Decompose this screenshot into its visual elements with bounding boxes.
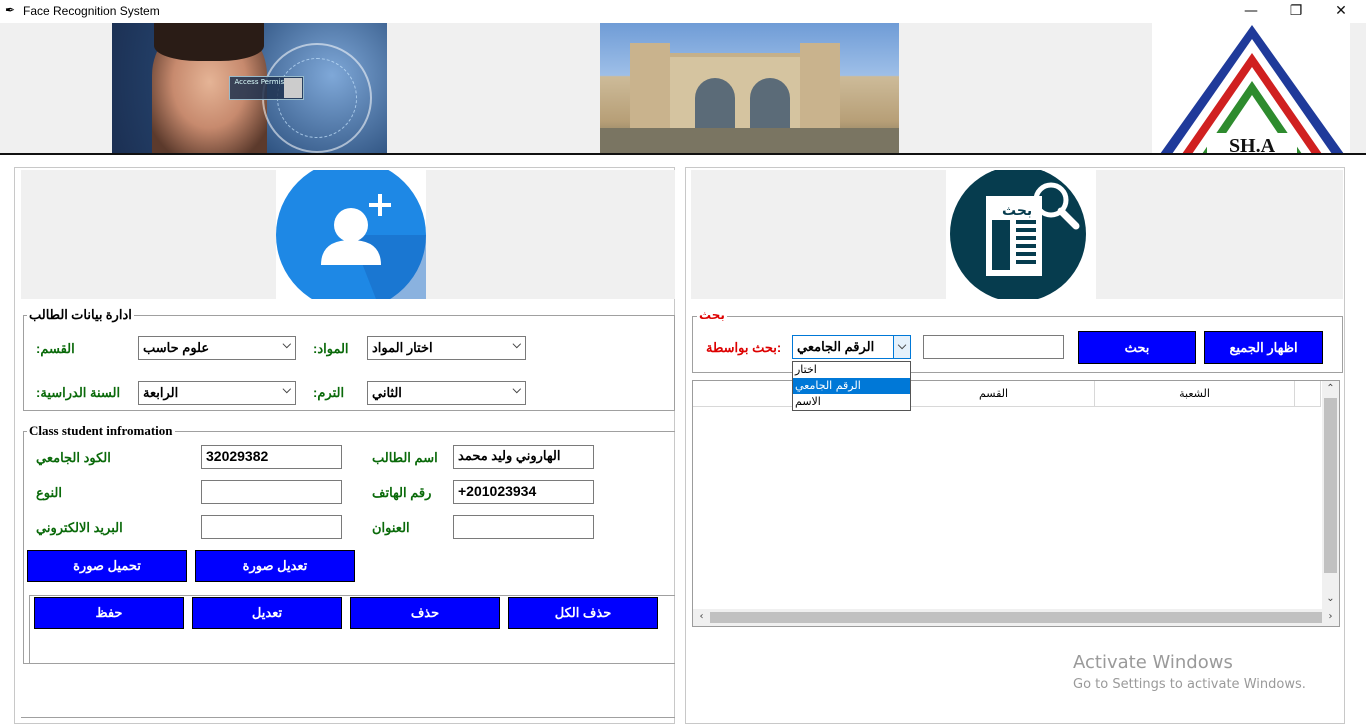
manage-group-title: ادارة بيانات الطالب xyxy=(27,307,134,323)
show-all-button[interactable]: اظهار الجميع xyxy=(1204,331,1323,364)
campus-arch-left xyxy=(695,78,735,133)
sha-logo: SH.A xyxy=(1152,23,1350,154)
dropdown-option[interactable]: اختار xyxy=(793,362,910,378)
search-by-combo[interactable]: الرقم الجامعي ⌵ xyxy=(792,335,911,359)
student-name-label: اسم الطالب xyxy=(372,450,438,465)
address-input[interactable] xyxy=(453,515,594,539)
gender-label: النوع xyxy=(36,485,62,500)
activate-windows-subtitle: Go to Settings to activate Windows. xyxy=(1073,677,1306,692)
subjects-combo[interactable]: اختار المواد ⌵ xyxy=(367,336,526,360)
dropdown-option[interactable]: الاسم xyxy=(793,394,910,410)
horizontal-scrollbar[interactable]: ‹ › xyxy=(693,609,1339,626)
subjects-value: اختار المواد xyxy=(372,340,433,355)
chevron-down-icon: ⌵ xyxy=(512,339,521,351)
add-user-icon xyxy=(276,160,426,310)
scroll-thumb[interactable] xyxy=(1324,398,1337,573)
uni-code-label: الكود الجامعي xyxy=(36,450,111,465)
email-input[interactable] xyxy=(201,515,342,539)
search-header: بحث xyxy=(691,166,1343,302)
search-icon-frame: بحث xyxy=(946,166,1096,302)
minimize-button[interactable]: — xyxy=(1228,0,1274,23)
campus-tower-left xyxy=(630,43,670,133)
email-label: البريد الالكتروني xyxy=(36,520,123,535)
window-title: Face Recognition System xyxy=(23,4,160,18)
search-button[interactable]: بحث xyxy=(1078,331,1196,364)
delete-all-button[interactable]: حذف الكل xyxy=(508,597,658,629)
term-value: الثاني xyxy=(372,385,402,400)
face-recognition-image: Access Permission xyxy=(112,23,387,154)
close-button[interactable]: ✕ xyxy=(1318,0,1364,23)
student-name-input[interactable]: الهاروني وليد محمد xyxy=(453,445,594,469)
feather-icon: ✒ xyxy=(5,3,16,17)
subjects-label: :المواد xyxy=(313,341,349,356)
results-table[interactable]: م القسم الشعبة xyxy=(692,380,1340,627)
delete-button[interactable]: حذف xyxy=(350,597,500,629)
department-value: علوم حاسب xyxy=(143,340,210,355)
access-thumbnail xyxy=(284,78,302,98)
year-value: الرابعة xyxy=(143,385,179,400)
department-combo[interactable]: علوم حاسب ⌵ xyxy=(138,336,296,360)
search-document-icon: بحث xyxy=(950,166,1086,302)
campus-ground xyxy=(600,128,899,154)
column-header[interactable]: الشعبة xyxy=(1095,381,1295,407)
scroll-down-icon[interactable]: ⌄ xyxy=(1322,593,1339,604)
column-header[interactable] xyxy=(1295,381,1321,407)
add-user-icon-frame xyxy=(276,160,426,310)
sha-logo-graphic: SH.A xyxy=(1160,25,1344,154)
chevron-down-icon: ⌵ xyxy=(282,339,291,351)
term-combo[interactable]: الثاني ⌵ xyxy=(367,381,526,405)
upload-photo-button[interactable]: تحميل صورة xyxy=(27,550,187,582)
gender-input[interactable] xyxy=(201,480,342,504)
edit-photo-button[interactable]: تعديل صورة xyxy=(195,550,355,582)
scroll-thumb[interactable] xyxy=(710,612,1322,623)
phone-label: رقم الهاتف xyxy=(372,485,432,500)
search-icon-text: بحث xyxy=(1002,203,1032,219)
address-label: العنوان xyxy=(372,520,410,535)
dropdown-option-selected[interactable]: الرقم الجامعي xyxy=(793,378,910,394)
chevron-down-icon: ⌵ xyxy=(893,336,910,358)
uni-code-input[interactable]: 32029382 xyxy=(201,445,342,469)
campus-image xyxy=(600,23,899,154)
search-by-label: بحث بواسطة: xyxy=(706,340,782,355)
logo-text: SH.A xyxy=(1229,135,1276,154)
phone-input[interactable]: +201023934 xyxy=(453,480,594,504)
edit-button[interactable]: تعديل xyxy=(192,597,342,629)
header-banner: Access Permission SH.A xyxy=(0,23,1366,154)
search-group-title: بحث xyxy=(697,308,727,322)
vertical-scrollbar[interactable]: ⌃ ⌄ xyxy=(1322,381,1339,609)
class-info-title: Class student infromation xyxy=(27,423,175,439)
hair-shape xyxy=(154,23,264,61)
scroll-right-icon[interactable]: › xyxy=(1322,611,1339,622)
divider xyxy=(0,153,1366,155)
year-combo[interactable]: الرابعة ⌵ xyxy=(138,381,296,405)
title-bar: ✒ Face Recognition System — ❐ ✕ xyxy=(0,0,1366,23)
column-header[interactable]: القسم xyxy=(893,381,1095,407)
campus-tower-right xyxy=(800,43,840,133)
activate-windows-title: Activate Windows xyxy=(1073,652,1233,673)
campus-arch-right xyxy=(750,78,790,133)
scroll-left-icon[interactable]: ‹ xyxy=(693,611,710,622)
chevron-down-icon: ⌵ xyxy=(282,384,291,396)
search-input[interactable] xyxy=(923,335,1064,359)
manage-student-group xyxy=(23,315,675,411)
term-label: :الترم xyxy=(313,385,345,400)
search-by-dropdown[interactable]: اختار الرقم الجامعي الاسم xyxy=(792,361,911,411)
bottom-line xyxy=(21,717,675,718)
scroll-up-icon[interactable]: ⌃ xyxy=(1322,383,1339,394)
chevron-down-icon: ⌵ xyxy=(512,384,521,396)
save-button[interactable]: حفظ xyxy=(34,597,184,629)
restore-button[interactable]: ❐ xyxy=(1273,0,1319,23)
add-student-header xyxy=(21,160,675,310)
department-label: :القسم xyxy=(36,341,75,356)
year-label: :السنة الدراسية xyxy=(36,385,121,400)
